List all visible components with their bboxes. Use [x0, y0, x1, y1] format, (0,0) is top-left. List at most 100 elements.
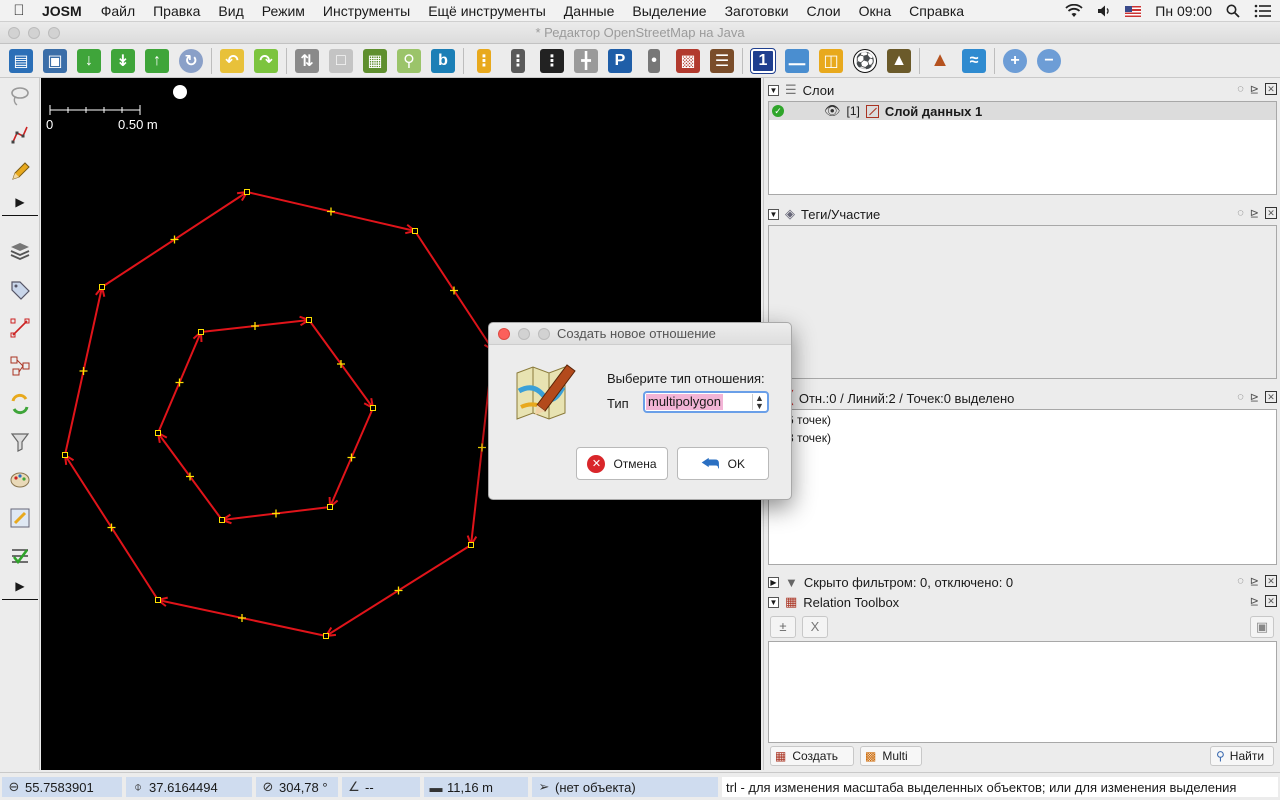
- find-relation-button[interactable]: ⚲ Найти: [1210, 746, 1274, 766]
- wifi-icon[interactable]: [1065, 4, 1083, 18]
- virtual-node[interactable]: [478, 443, 486, 452]
- way-node[interactable]: [62, 452, 68, 458]
- preset-railway-button[interactable]: ☰: [705, 45, 739, 77]
- filter-dialog-header[interactable]: ▶ ▼ Скрыто фильтром: 0, отключено: 0 ◌ ⊵ ✕: [768, 572, 1277, 592]
- expand-toggle-icon[interactable]: ▶: [768, 576, 779, 588]
- way-node[interactable]: [244, 189, 250, 195]
- virtual-node[interactable]: [79, 367, 88, 375]
- dialog-close-icon[interactable]: ✕: [1265, 575, 1277, 587]
- selection-dialog-header[interactable]: ▼ ╳ Отн.:0 / Линий:2 / Точек:0 выделено …: [768, 388, 1277, 408]
- zoom-imagery-button[interactable]: ⚲: [392, 45, 426, 77]
- save-button[interactable]: ▣: [38, 45, 72, 77]
- disabled-tool-button[interactable]: □: [324, 45, 358, 77]
- pencil-icon[interactable]: [4, 156, 36, 188]
- inner-way[interactable]: [155, 315, 376, 525]
- dialog-close-icon[interactable]: ✕: [1265, 83, 1277, 95]
- relation-list-icon[interactable]: [4, 350, 36, 382]
- window-minimize-button[interactable]: [28, 27, 40, 39]
- upload-button[interactable]: ↑: [140, 45, 174, 77]
- download-button[interactable]: ↓: [72, 45, 106, 77]
- conflict-resolve-icon[interactable]: [4, 388, 36, 420]
- virtual-node[interactable]: [327, 207, 335, 216]
- preset-industrial-button[interactable]: ▲: [882, 45, 916, 77]
- collapse-toggle-icon[interactable]: ▼: [768, 84, 779, 96]
- menu-file[interactable]: Файл: [92, 3, 144, 19]
- layers-panel-icon[interactable]: [4, 236, 36, 268]
- way-node[interactable]: [327, 504, 333, 510]
- dialog-pin-icon[interactable]: ⊵: [1250, 391, 1259, 404]
- redo-button[interactable]: ↷: [249, 45, 283, 77]
- way-node[interactable]: [412, 228, 418, 234]
- undo-button[interactable]: ↶: [215, 45, 249, 77]
- relation-toolbox-header[interactable]: ▼ ▦ Relation Toolbox ⊵ ✕: [768, 592, 1277, 612]
- dialog-pin-icon[interactable]: ⊵: [1250, 83, 1259, 96]
- preset-peak-button[interactable]: ▲: [923, 45, 957, 77]
- way-node[interactable]: [155, 430, 161, 436]
- reverse-way-button[interactable]: ⇅: [290, 45, 324, 77]
- virtual-node[interactable]: [238, 614, 246, 622]
- preset-road-button[interactable]: ⋮: [467, 45, 501, 77]
- imagery-grid-button[interactable]: ▦: [358, 45, 392, 77]
- app-name[interactable]: JOSM: [38, 3, 92, 19]
- dialog-close-icon[interactable]: ✕: [1265, 595, 1277, 607]
- preset-waterway-button[interactable]: ≈: [957, 45, 991, 77]
- way-node[interactable]: [306, 317, 312, 323]
- selection-list-icon[interactable]: [4, 312, 36, 344]
- preset-footway-button[interactable]: ╋: [569, 45, 603, 77]
- dialog-visibility-icon[interactable]: ◌: [1237, 391, 1244, 404]
- preset-sport-button[interactable]: ⚽: [848, 45, 882, 77]
- spotlight-search-icon[interactable]: [1226, 4, 1240, 18]
- open-file-button[interactable]: ▤: [4, 45, 38, 77]
- preset-street-button[interactable]: ⋮: [501, 45, 535, 77]
- dialog-minimize-button[interactable]: [518, 328, 530, 340]
- zoom-in-button[interactable]: +: [998, 45, 1032, 77]
- preset-track-button[interactable]: •: [637, 45, 671, 77]
- ways-layer[interactable]: [62, 189, 496, 639]
- preset-hotel-button[interactable]: ⎼: [780, 45, 814, 77]
- relation-settings-button[interactable]: ▣: [1250, 616, 1274, 638]
- outer-way[interactable]: [62, 189, 496, 639]
- clear-members-button[interactable]: X: [802, 616, 828, 638]
- window-close-button[interactable]: [8, 27, 20, 39]
- filter-icon[interactable]: [4, 426, 36, 458]
- virtual-node[interactable]: [272, 509, 280, 518]
- way-node[interactable]: [198, 329, 204, 335]
- menu-more-tools[interactable]: Ещё инструменты: [419, 3, 555, 19]
- window-zoom-button[interactable]: [48, 27, 60, 39]
- way-node[interactable]: [323, 633, 329, 639]
- menu-view[interactable]: Вид: [209, 3, 252, 19]
- menu-edit[interactable]: Правка: [144, 3, 209, 19]
- dialog-visibility-icon[interactable]: ◌: [1237, 575, 1244, 588]
- input-source-flag-icon[interactable]: [1125, 5, 1142, 17]
- volume-icon[interactable]: [1097, 4, 1111, 18]
- download-along-button[interactable]: ↡: [106, 45, 140, 77]
- preset-highway-button[interactable]: ⋮: [535, 45, 569, 77]
- dialog-close-button[interactable]: [498, 328, 510, 340]
- way-node[interactable]: [219, 517, 225, 523]
- layers-dialog-header[interactable]: ▼ ☰ Слои ◌ ⊵ ✕: [768, 80, 1277, 100]
- cancel-button[interactable]: ✕ Отмена: [576, 447, 668, 480]
- notification-center-icon[interactable]: [1254, 4, 1272, 18]
- preset-shop-button[interactable]: ◫: [814, 45, 848, 77]
- dialog-close-icon[interactable]: ✕: [1265, 207, 1277, 219]
- tags-dialog-header[interactable]: ▼ ◈ Теги/Участие ◌ ⊵ ✕: [768, 204, 1277, 224]
- apple-icon[interactable]: : [0, 2, 38, 19]
- virtual-node[interactable]: [251, 322, 259, 330]
- dialog-close-icon[interactable]: ✕: [1265, 391, 1277, 403]
- combobox-stepper-icon[interactable]: ▲ ▼: [752, 394, 766, 411]
- dialog-pin-icon[interactable]: ⊵: [1250, 207, 1259, 220]
- menu-help[interactable]: Справка: [900, 3, 973, 19]
- menu-windows[interactable]: Окна: [850, 3, 901, 19]
- zoom-out-button[interactable]: −: [1032, 45, 1066, 77]
- draw-node-icon[interactable]: [4, 118, 36, 150]
- validator-checklist-icon[interactable]: [4, 540, 36, 572]
- dialog-visibility-icon[interactable]: ◌: [1237, 207, 1244, 220]
- way-node[interactable]: [370, 405, 376, 411]
- add-member-button[interactable]: ±: [770, 616, 796, 638]
- layer-active-check-icon[interactable]: ✓: [772, 105, 784, 117]
- menu-mode[interactable]: Режим: [253, 3, 314, 19]
- dialog-visibility-icon[interactable]: ◌: [1237, 83, 1244, 96]
- tag-icon[interactable]: [4, 274, 36, 306]
- menubar-clock[interactable]: Пн 09:00: [1155, 3, 1212, 19]
- menu-layers[interactable]: Слои: [798, 3, 850, 19]
